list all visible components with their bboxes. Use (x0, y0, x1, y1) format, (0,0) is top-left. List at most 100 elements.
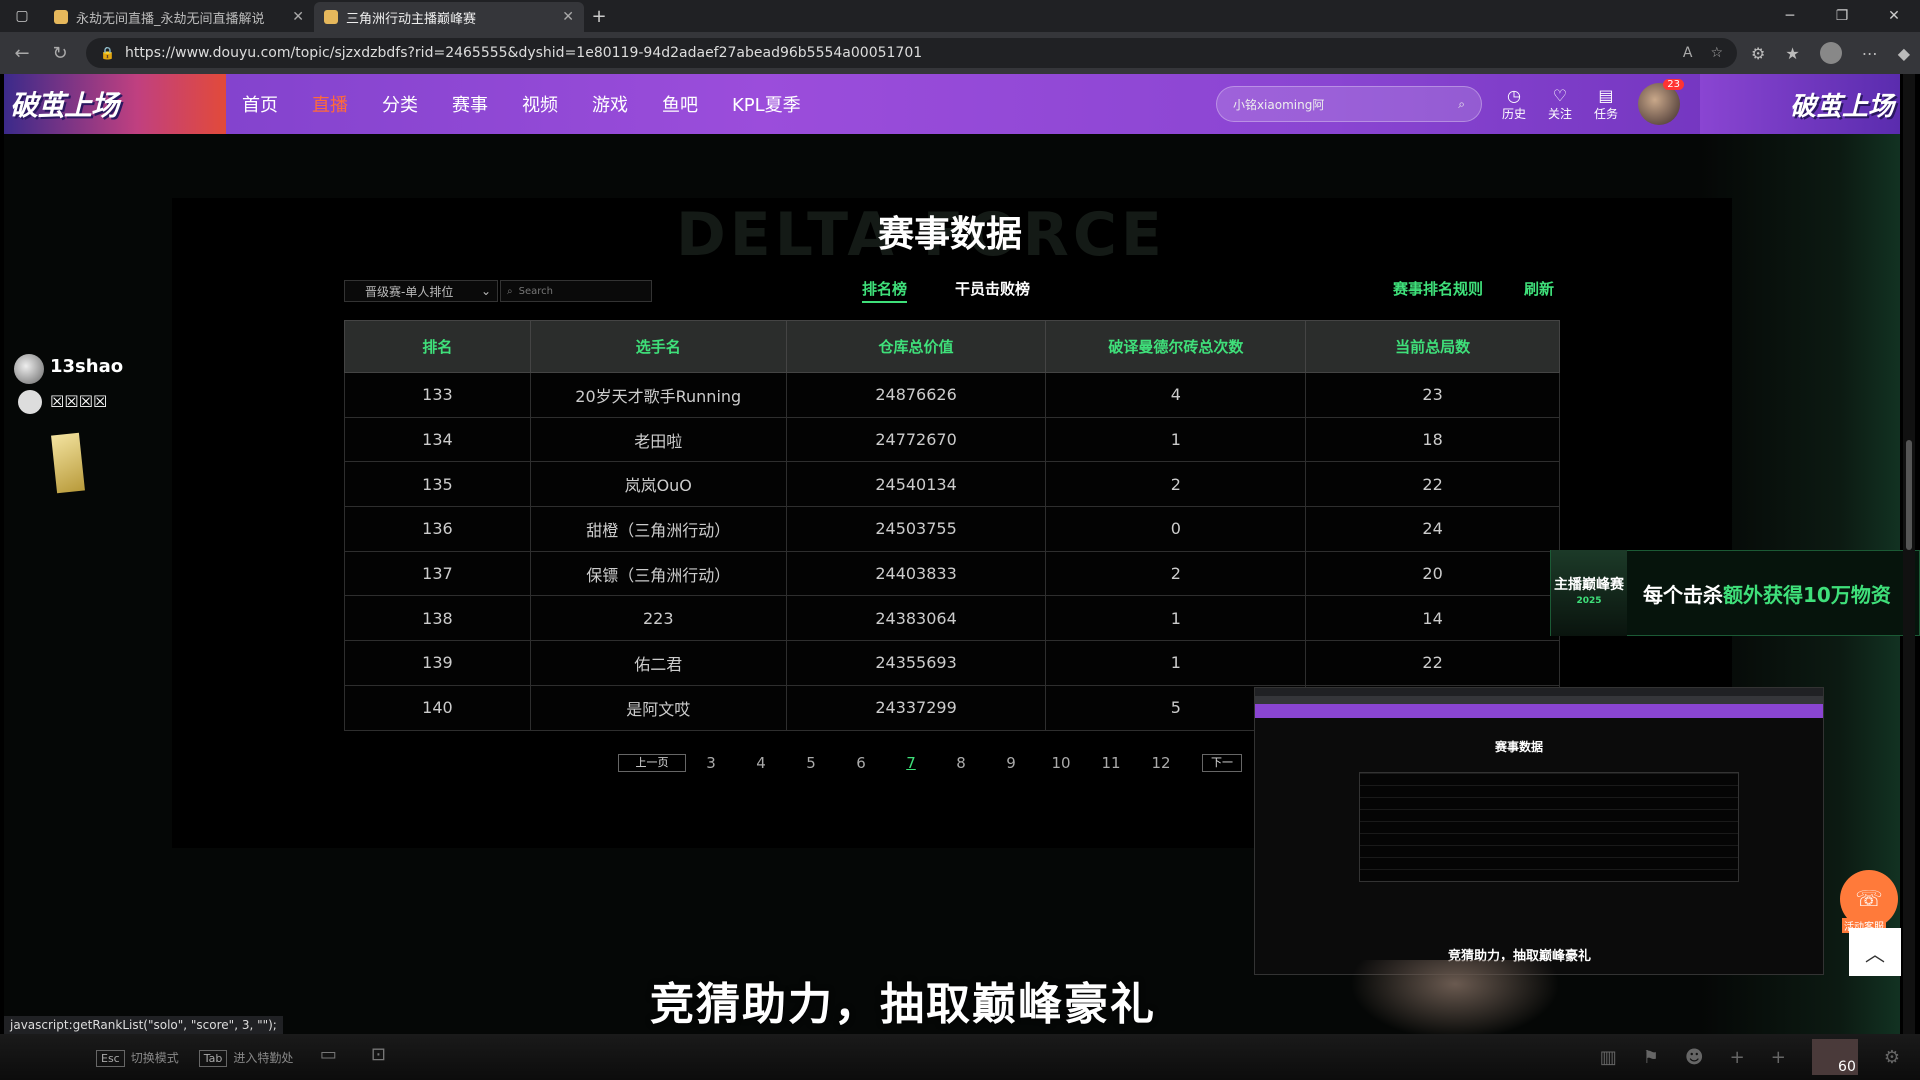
close-window-icon[interactable]: ✕ (1868, 8, 1920, 24)
status-url: javascript:getRankList("solo", "score", … (4, 1016, 283, 1034)
task-button[interactable]: ▤ 任务 (1594, 86, 1618, 122)
page-11[interactable]: 11 (1086, 754, 1136, 772)
player-search-placeholder: Search (518, 285, 553, 297)
nav-live[interactable]: 直播 (312, 91, 348, 117)
history-button[interactable]: ◷ 历史 (1502, 86, 1526, 122)
scrollbar-thumb[interactable] (1906, 440, 1912, 550)
back-to-top-button[interactable]: ︿ (1849, 928, 1901, 976)
profile-icon[interactable] (1819, 42, 1842, 64)
tab-key: Tab (198, 1049, 228, 1067)
game-bar-right: ▥ ⚑ ☻ + + 60 ⚙ (1600, 1039, 1920, 1075)
ranking-rules-link[interactable]: 赛事排名规则 (1393, 278, 1483, 299)
mode-select-value: 晋级赛-单人排位 (365, 284, 454, 299)
player-search-input[interactable]: ⌕ Search (500, 280, 652, 302)
tab-actions-icon[interactable]: ▢ (0, 0, 44, 32)
page-4[interactable]: 4 (736, 754, 786, 772)
cell-value: 24772670 (785, 416, 1047, 463)
back-icon[interactable]: ← (10, 43, 34, 64)
site-search-input[interactable]: 小铭xiaoming阿 ⌕ (1215, 86, 1482, 122)
page-10[interactable]: 10 (1036, 754, 1086, 772)
page-3[interactable]: 3 (686, 754, 736, 772)
chat-icon[interactable]: ▭ (313, 1044, 343, 1070)
cell-value: 24337299 (785, 684, 1047, 731)
cell-rank: 136 (344, 506, 531, 552)
cell-player: 甜橙（三角洲行动） (529, 506, 787, 552)
favorites-icon[interactable]: ★ (1785, 44, 1799, 63)
cell-rank: 138 (344, 595, 531, 642)
new-tab-button[interactable]: + (584, 6, 614, 27)
nav-games[interactable]: 游戏 (592, 91, 628, 117)
ranking-table: 排名 选手名 仓库总价值 破译曼德尔砖总次数 当前总局数 133 20岁天才歌手… (344, 320, 1560, 731)
tab-ranking[interactable]: 排名榜 (862, 278, 908, 303)
cell-decrypt: 2 (1045, 461, 1307, 508)
restore-icon[interactable]: ❐ (1816, 8, 1868, 24)
cell-rank: 139 (344, 640, 531, 686)
esc-hint: Esc 切换模式 (96, 1049, 179, 1067)
url-field[interactable]: 🔒 https://www.douyu.com/topic/sjzxdzbdfs… (86, 38, 1737, 68)
add-icon[interactable]: + (1730, 1047, 1745, 1068)
close-tab-icon[interactable]: ✕ (562, 9, 574, 25)
tab-title: 永劫无间直播_永劫无间直播解说 (76, 11, 265, 27)
more-icon[interactable]: ⋯ (1862, 44, 1878, 63)
browser-tab-1[interactable]: 永劫无间直播_永劫无间直播解说 ✕ (44, 2, 314, 32)
table-row: 136 甜橙（三角洲行动） 24503755 0 24 (344, 506, 1560, 552)
page-12[interactable]: 12 (1136, 754, 1186, 772)
refresh-link[interactable]: 刷新 (1524, 278, 1554, 299)
nav-video[interactable]: 视频 (522, 91, 558, 117)
cell-decrypt: 1 (1045, 595, 1307, 642)
follow-icon: ♡ (1552, 86, 1568, 105)
avatar-badge: 23 (1663, 79, 1684, 90)
add-icon[interactable]: + (1771, 1047, 1786, 1068)
nav-kpl[interactable]: KPL夏季 (732, 91, 801, 117)
nav-home[interactable]: 首页 (242, 91, 278, 117)
cell-player: 20岁天才歌手Running (529, 372, 787, 418)
history-icon: ◷ (1506, 86, 1521, 105)
squad-icon[interactable]: ☻ (1685, 1047, 1704, 1068)
cell-player: 岚岚OuO (529, 461, 787, 508)
page-6[interactable]: 6 (836, 754, 886, 772)
page-5[interactable]: 5 (786, 754, 836, 772)
user-avatar[interactable]: 23 (1638, 79, 1684, 125)
search-icon[interactable]: ⌕ (1458, 97, 1465, 112)
game-overlay-bar: Esc 切换模式 Tab 进入特勤处 ▭ ⊡ ▥ ⚑ ☻ + + 60 ⚙ (0, 1034, 1920, 1080)
promo-text-prefix: 每个击杀 (1643, 582, 1723, 607)
lock-icon[interactable]: 🔒 (100, 46, 115, 60)
chevron-down-icon: ⌄ (480, 284, 491, 298)
extensions-icon[interactable]: ⚙ (1751, 44, 1765, 63)
nav-events[interactable]: 赛事 (452, 91, 488, 117)
task-label: 任务 (1593, 107, 1618, 121)
nav-yuba[interactable]: 鱼吧 (662, 91, 698, 117)
reload-icon[interactable]: ↻ (48, 43, 72, 64)
header-right-banner[interactable]: 破茧上场 (1700, 74, 1900, 134)
flag-icon[interactable]: ⚑ (1643, 1047, 1659, 1068)
address-bar: ← ↻ 🔒 https://www.douyu.com/topic/sjzxdz… (0, 32, 1920, 74)
follow-button[interactable]: ♡ 关注 (1548, 86, 1572, 122)
page-9[interactable]: 9 (986, 754, 1036, 772)
mode-select[interactable]: 晋级赛-单人排位 ⌄ (344, 280, 498, 302)
header-icons: ◷ 历史 ♡ 关注 ▤ 任务 (1502, 86, 1618, 122)
store-icon[interactable]: ⊡ (363, 1044, 393, 1070)
close-tab-icon[interactable]: ✕ (292, 9, 304, 25)
copilot-icon[interactable]: ◆ (1898, 44, 1910, 63)
site-logo[interactable]: 破茧上场 (4, 74, 226, 134)
stream-preview-window[interactable]: 赛事数据 竞猜助力，抽取巅峰豪礼 (1254, 687, 1824, 975)
minimize-icon[interactable]: ─ (1764, 8, 1816, 24)
stats-icon[interactable]: ▥ (1600, 1047, 1617, 1068)
read-aloud-icon[interactable]: A (1683, 45, 1693, 61)
page-7-current[interactable]: 7 (886, 754, 936, 772)
promo-banner[interactable]: 主播巅峰赛 2025 每个击杀额外获得10万物资 (1550, 550, 1920, 636)
table-row: 137 保镖（三角洲行动） 24403833 2 20 (344, 550, 1560, 597)
cell-player: 223 (529, 595, 787, 642)
cell-player: 佑二君 (529, 640, 787, 686)
prev-page-button[interactable]: 上一页 (618, 754, 686, 772)
page-scrollbar[interactable] (1903, 74, 1915, 1034)
page-8[interactable]: 8 (936, 754, 986, 772)
cell-decrypt: 1 (1045, 416, 1307, 463)
nav-category[interactable]: 分类 (382, 91, 418, 117)
cell-rank: 135 (344, 461, 531, 508)
settings-icon[interactable]: ⚙ (1884, 1047, 1900, 1068)
tab-operator-kills[interactable]: 干员击败榜 (955, 278, 1030, 299)
browser-tab-2[interactable]: 三角洲行动主播巅峰赛 ✕ (314, 2, 584, 32)
next-page-button[interactable]: 下一 (1202, 754, 1242, 772)
favorite-star-icon[interactable]: ☆ (1710, 45, 1723, 61)
